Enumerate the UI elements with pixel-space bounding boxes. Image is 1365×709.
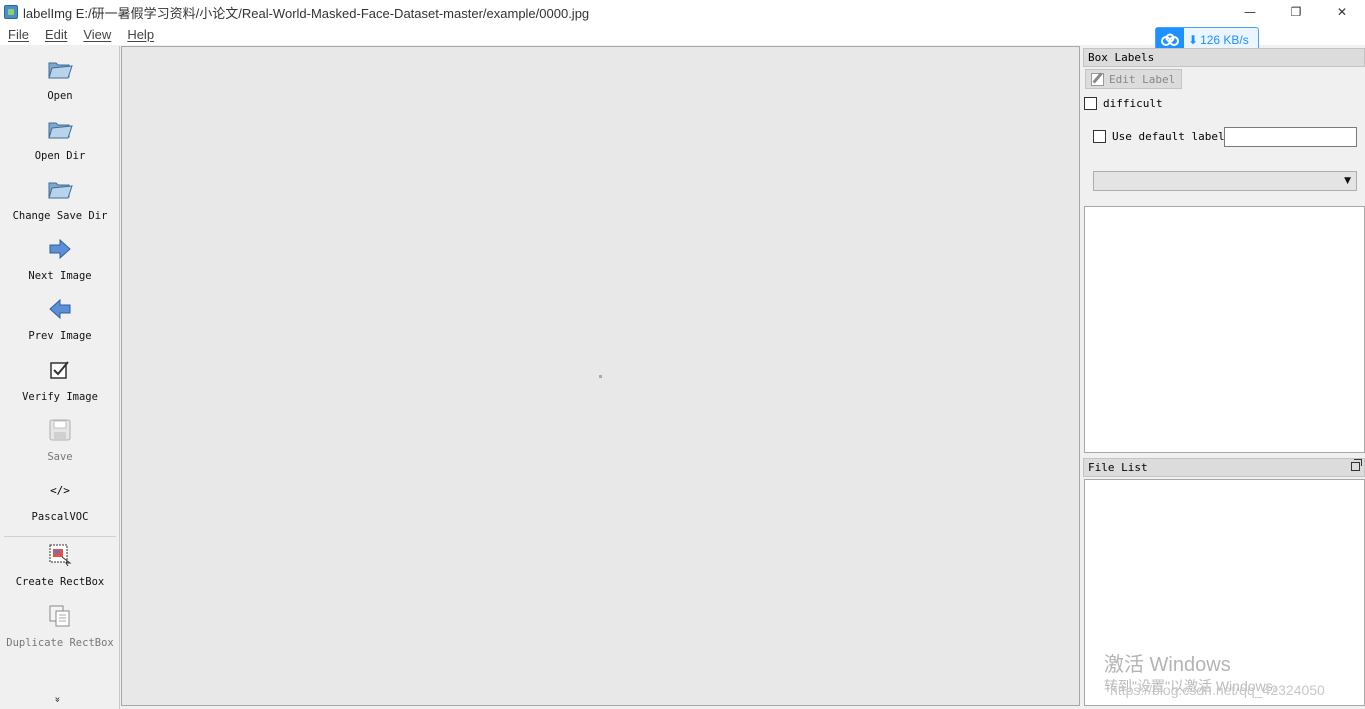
blog-url-watermark: https://blog.csdn.net/qq_42324050 — [1110, 682, 1325, 698]
save-button[interactable]: Save — [0, 417, 120, 463]
default-label-input[interactable] — [1224, 127, 1357, 147]
menu-help[interactable]: Help — [127, 27, 154, 42]
title-bar: labelImg E:/研一暑假学习资料/小论文/Real-World-Mask… — [0, 0, 1365, 24]
use-default-label-row[interactable]: Use default label — [1093, 130, 1225, 143]
edit-icon — [1091, 72, 1104, 86]
create-rectbox-button[interactable]: Create RectBox — [0, 542, 120, 588]
save-icon — [47, 417, 73, 443]
right-dock: Box Labels Edit Label difficult Use defa… — [1083, 46, 1365, 709]
open-button[interactable]: Open — [0, 56, 120, 102]
use-default-label-text: Use default label — [1112, 130, 1225, 143]
file-list-title-text: File List — [1088, 461, 1148, 474]
image-canvas[interactable] — [121, 46, 1080, 706]
edit-label-text: Edit Label — [1109, 72, 1176, 86]
menu-file[interactable]: File — [8, 27, 29, 42]
toolbar-separator — [4, 536, 116, 537]
difficult-checkbox[interactable] — [1084, 97, 1097, 110]
tool-label: Next Image — [28, 270, 92, 282]
minimize-button[interactable]: — — [1227, 0, 1273, 24]
box-labels-title: Box Labels — [1083, 48, 1365, 67]
tool-label: Open — [47, 90, 73, 102]
duplicate-rectbox-button[interactable]: Duplicate RectBox — [0, 603, 120, 649]
rectbox-icon — [47, 542, 73, 568]
window-title: labelImg E:/研一暑假学习资料/小论文/Real-World-Mask… — [23, 5, 590, 21]
difficult-label: difficult — [1103, 97, 1163, 110]
menu-edit[interactable]: Edit — [45, 27, 67, 42]
tool-label: Prev Image — [28, 330, 92, 342]
folder-icon — [47, 116, 73, 142]
code-icon: </> — [50, 483, 70, 497]
checkbox-icon — [47, 357, 73, 383]
edit-label-button[interactable]: Edit Label — [1085, 69, 1182, 89]
canvas-image-placeholder — [599, 375, 602, 378]
arrow-left-icon — [47, 296, 73, 322]
arrow-right-icon — [47, 236, 73, 262]
tool-label: Open Dir — [34, 150, 86, 162]
chevron-down-icon: ▼ — [1344, 176, 1351, 186]
tool-label: Duplicate RectBox — [6, 637, 114, 649]
next-image-button[interactable]: Next Image — [0, 236, 120, 282]
folder-icon — [47, 176, 73, 202]
prev-image-button[interactable]: Prev Image — [0, 296, 120, 342]
download-speed-text: 126 KB/s — [1200, 33, 1249, 47]
restore-button[interactable]: ❐ — [1273, 0, 1319, 24]
tool-label: Create RectBox — [15, 576, 105, 588]
window-controls: — ❐ ✕ — [1227, 0, 1365, 24]
open-dir-button[interactable]: Open Dir — [0, 116, 120, 162]
labelimg-app-icon — [4, 5, 18, 19]
change-save-dir-button[interactable]: Change Save Dir — [0, 176, 120, 222]
use-default-label-checkbox[interactable] — [1093, 130, 1106, 143]
duplicate-icon — [47, 603, 73, 629]
menu-view[interactable]: View — [83, 27, 111, 42]
chevron-down-icon[interactable]: » — [52, 696, 63, 702]
label-list[interactable] — [1084, 206, 1365, 453]
float-window-icon[interactable] — [1351, 459, 1362, 471]
activation-watermark-title: 激活 Windows — [1104, 654, 1231, 676]
left-toolbar: Open Open Dir Change Save Dir Next Image… — [0, 46, 120, 709]
tool-label: Save — [47, 451, 73, 463]
difficult-checkbox-row[interactable]: difficult — [1084, 97, 1163, 110]
tool-label: Verify Image — [22, 391, 98, 403]
folder-icon — [47, 56, 73, 82]
close-button[interactable]: ✕ — [1319, 0, 1365, 24]
download-arrow-icon: ⬇ — [1188, 33, 1199, 47]
tool-label: PascalVOC — [31, 511, 89, 523]
tool-label: Change Save Dir — [12, 210, 108, 222]
label-combo-box[interactable]: ▼ — [1093, 171, 1357, 191]
file-list-title: File List — [1083, 458, 1365, 477]
pascalvoc-button[interactable]: </> PascalVOC — [0, 477, 120, 524]
verify-image-button[interactable]: Verify Image — [0, 357, 120, 403]
